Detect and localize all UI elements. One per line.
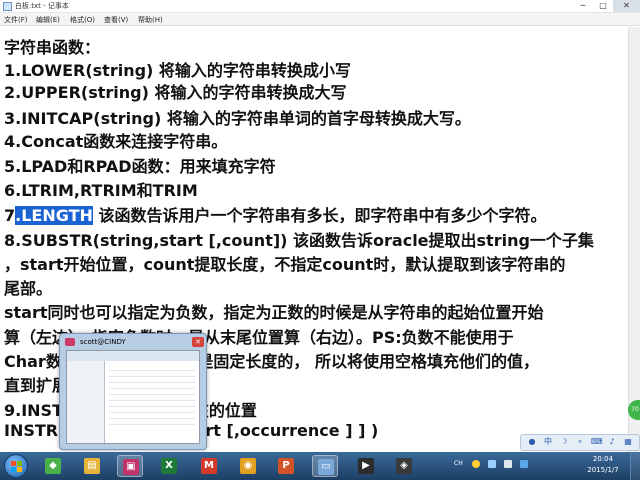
start-button[interactable] (4, 454, 28, 478)
oracle-icon: ▣ (123, 459, 139, 475)
text-line: 4.Concat函数来连接字符串。 (4, 132, 228, 151)
text-line: 8.SUBSTR(string,start [,count]) 该函数告诉ora… (4, 231, 594, 250)
ime-punct-icon[interactable]: ∘ (575, 437, 585, 447)
taskbar-app-recorder[interactable]: ◈ (391, 455, 417, 477)
taskbar-app-powerpoint[interactable]: P (273, 455, 299, 477)
taskbar: ◆ ▤ ▣ X M ◉ P ▭ ▶ ◈ CH 20:04 2015/1/7 (0, 452, 640, 480)
taskbar-app-terminal[interactable]: ▶ (353, 455, 379, 477)
network-icon[interactable] (488, 460, 496, 468)
ime-keyboard-icon[interactable]: ⌨ (591, 437, 603, 447)
clock-date: 2015/1/7 (587, 466, 619, 474)
notepad-app-icon: ▭ (318, 459, 334, 475)
thumbnail-tree-pane (67, 361, 105, 443)
taskbar-app-foxmail[interactable]: M (196, 455, 222, 477)
title-bar: 白板.txt - 记事本 ─ □ ✕ (0, 0, 640, 13)
ime-voice-icon[interactable]: ♪ (607, 437, 617, 447)
thumbnail-title: scott@CINDY (80, 338, 126, 346)
windows-logo-icon (11, 461, 22, 472)
oracle-app-icon (65, 338, 75, 346)
taskbar-app-360[interactable]: ◆ (40, 455, 66, 477)
selected-text[interactable]: .LENGTH (15, 206, 93, 225)
text-line: 2.UPPER(string) 将输入的字符串转换成大写 (4, 83, 347, 102)
volume-icon[interactable] (504, 460, 512, 468)
powerpoint-icon: P (278, 458, 294, 474)
vertical-scrollbar[interactable] (628, 27, 640, 452)
show-desktop-button[interactable] (630, 452, 640, 480)
menu-view[interactable]: 查看(V) (104, 15, 128, 25)
taskbar-thumbnail-preview[interactable]: scott@CINDY ✕ (59, 333, 207, 450)
text-line: 6.LTRIM,RTRIM和TRIM (4, 181, 198, 200)
minimize-button[interactable]: ─ (573, 0, 593, 12)
text-line: start同时也可以指定为负数，指定为正数的时候是从字符串的起始位置开始 (4, 303, 544, 322)
mail-icon: M (201, 458, 217, 474)
thumbnail-close-button[interactable]: ✕ (192, 337, 204, 347)
taskbar-app-oracle[interactable]: ▣ (117, 455, 143, 477)
ime-tools-icon[interactable]: ▦ (623, 437, 633, 447)
text-line: ，start开始位置，count提取长度，不指定count时，默认提取到该字符串… (4, 255, 566, 274)
menu-format[interactable]: 格式(O) (70, 15, 95, 25)
close-button[interactable]: ✕ (613, 0, 640, 12)
menu-bar: 文件(F) 编辑(E) 格式(O) 查看(V) 帮助(H) (0, 13, 640, 26)
app-360-icon: ◆ (45, 458, 61, 474)
taskbar-app-excel[interactable]: X (156, 455, 182, 477)
folder-icon: ▤ (84, 458, 100, 474)
notepad-icon (3, 2, 12, 11)
text-line: 7.LENGTH 该函数告诉用户一个字符串有多长，即字符串中有多少个字符。 (4, 202, 546, 226)
maximize-button[interactable]: □ (593, 0, 613, 12)
chrome-icon: ◉ (240, 458, 256, 474)
text-line: 尾部。 (4, 279, 53, 298)
language-indicator[interactable]: CH (454, 460, 463, 467)
ime-moon-icon[interactable]: ☽ (559, 437, 569, 447)
tray-flag-icon[interactable] (520, 460, 528, 468)
clock-time: 20:04 (592, 455, 614, 463)
taskbar-app-explorer[interactable]: ▤ (79, 455, 105, 477)
window-title: 白板.txt - 记事本 (15, 2, 69, 10)
thumbnail-toolbar (67, 351, 199, 361)
menu-file[interactable]: 文件(F) (4, 15, 28, 25)
taskbar-app-chrome[interactable]: ◉ (235, 455, 261, 477)
line-suffix: 该函数告诉用户一个字符串有多长，即字符串中有多少个字符。 (92, 206, 547, 225)
taskbar-app-notepad[interactable]: ▭ (312, 455, 338, 477)
ime-mode-icon[interactable]: 中 (543, 437, 553, 447)
excel-icon: X (161, 458, 177, 474)
thumbnail-window-image (66, 350, 200, 444)
text-line: 3.INITCAP(string) 将输入的字符串单词的首字母转换成大写。 (4, 109, 471, 128)
menu-help[interactable]: 帮助(H) (138, 15, 163, 25)
text-line: 1.LOWER(string) 将输入的字符串转换成小写 (4, 61, 351, 80)
line-prefix: 7 (4, 206, 16, 225)
ime-logo-icon[interactable]: ● (527, 437, 537, 447)
recorder-icon: ◈ (396, 458, 412, 474)
text-line: 5.LPAD和RPAD函数：用来填充字符 (4, 157, 276, 176)
menu-edit[interactable]: 编辑(E) (36, 15, 60, 25)
clock[interactable]: 20:04 2015/1/7 (578, 454, 628, 476)
text-line: 字符串函数： (4, 38, 101, 57)
tray-app-icon[interactable] (472, 460, 480, 468)
thumbnail-content-pane (109, 365, 195, 425)
terminal-icon: ▶ (358, 458, 374, 474)
ime-toolbar: ● 中 ☽ ∘ ⌨ ♪ ▦ (520, 434, 640, 451)
